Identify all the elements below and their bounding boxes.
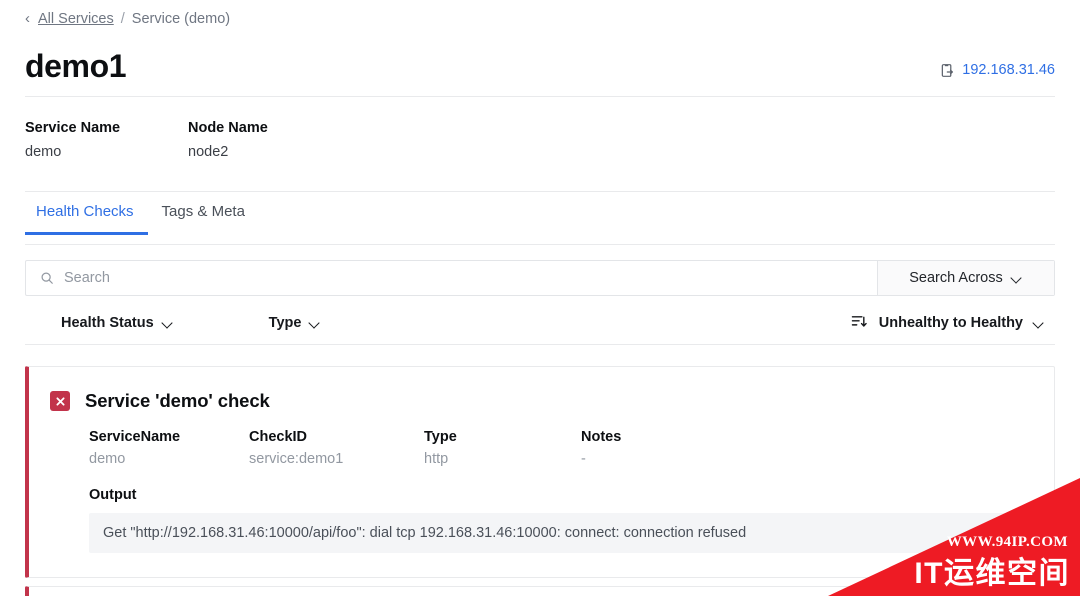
- ip-address-copy[interactable]: 192.168.31.46: [940, 62, 1055, 78]
- page-title: demo1: [25, 48, 127, 84]
- breadcrumb-separator: /: [120, 11, 125, 27]
- tab-bar: Health Checks Tags & Meta: [25, 203, 1055, 245]
- field-check-id: CheckID service:demo1: [249, 429, 424, 467]
- field-notes: Notes -: [581, 429, 741, 467]
- chevron-left-icon: ‹: [25, 9, 30, 27]
- filter-health-status[interactable]: Health Status: [61, 315, 174, 331]
- tab-tags-meta[interactable]: Tags & Meta: [148, 203, 259, 234]
- service-meta: Service Name demo Node Name node2: [25, 120, 1055, 192]
- field-type-value: http: [424, 451, 449, 467]
- health-check-output: Output Get "http://192.168.31.46:10000/a…: [29, 467, 1054, 553]
- field-notes-value: -: [581, 451, 586, 467]
- field-check-id-label: CheckID: [249, 429, 308, 445]
- search-input[interactable]: Search: [26, 261, 877, 295]
- ip-address-text: 192.168.31.46: [962, 62, 1055, 78]
- health-check-title: Service 'demo' check: [85, 390, 270, 411]
- health-check-card[interactable]: Service 'demo' check ServiceName demo Ch…: [25, 366, 1055, 578]
- output-label: Output: [89, 487, 137, 503]
- page-root: ‹ All Services / Service (demo) demo1 19…: [0, 0, 1080, 596]
- breadcrumb-current: Service (demo): [131, 11, 231, 27]
- meta-node-name: Node Name node2: [188, 120, 351, 191]
- sort-control[interactable]: Unhealthy to Healthy: [851, 314, 1045, 333]
- health-check-card-next[interactable]: [25, 586, 1055, 596]
- page-header: demo1 192.168.31.46: [25, 48, 1055, 97]
- field-notes-label: Notes: [581, 429, 622, 445]
- filter-bar: Health Status Type Unhealthy to Healthy: [25, 302, 1055, 345]
- copy-clipboard-icon: [940, 63, 955, 78]
- search-bar: Search Search Across: [25, 260, 1055, 296]
- filter-type[interactable]: Type: [269, 315, 322, 331]
- field-check-id-value: service:demo1: [249, 451, 344, 467]
- search-icon: [40, 271, 54, 285]
- meta-service-name: Service Name demo: [25, 120, 188, 191]
- tab-health-checks[interactable]: Health Checks: [25, 203, 148, 235]
- field-type-label: Type: [424, 429, 457, 445]
- field-service-name: ServiceName demo: [89, 429, 249, 467]
- chevron-down-icon: [163, 318, 174, 329]
- output-text: Get "http://192.168.31.46:10000/api/foo"…: [89, 513, 1020, 553]
- chevron-down-icon: [1034, 318, 1045, 329]
- meta-node-name-value: node2: [188, 144, 229, 160]
- search-input-placeholder: Search: [64, 270, 110, 286]
- chevron-down-icon: [310, 318, 321, 329]
- meta-service-name-label: Service Name: [25, 120, 121, 136]
- field-service-name-value: demo: [89, 451, 126, 467]
- field-type: Type http: [424, 429, 581, 467]
- search-across-dropdown[interactable]: Search Across: [877, 261, 1054, 295]
- field-service-name-label: ServiceName: [89, 429, 181, 445]
- sort-label: Unhealthy to Healthy: [878, 315, 1023, 331]
- health-check-header: Service 'demo' check: [29, 367, 1054, 412]
- search-across-label: Search Across: [909, 270, 1003, 286]
- breadcrumb-all-services[interactable]: All Services: [38, 11, 114, 27]
- chevron-down-icon: [1012, 273, 1023, 284]
- sort-descending-icon: [851, 314, 868, 333]
- meta-service-name-value: demo: [25, 144, 62, 160]
- breadcrumb: ‹ All Services / Service (demo): [25, 9, 231, 28]
- health-check-fields: ServiceName demo CheckID service:demo1 T…: [29, 412, 1054, 467]
- meta-node-name-label: Node Name: [188, 120, 268, 136]
- x-square-icon: [50, 391, 70, 411]
- filter-type-label: Type: [268, 315, 302, 331]
- filter-health-status-label: Health Status: [61, 315, 154, 331]
